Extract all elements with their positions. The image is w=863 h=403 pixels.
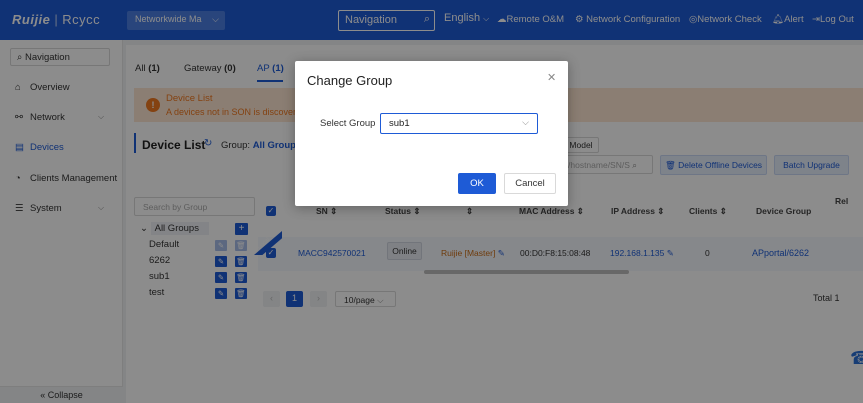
select-group-label: Select Group xyxy=(320,118,376,129)
chevron-down-icon: ⌵ xyxy=(522,117,529,127)
cancel-button[interactable]: Cancel xyxy=(504,173,556,194)
group-select[interactable]: sub1 ⌵ xyxy=(380,113,538,134)
change-group-dialog: Change Group ✕ Select Group sub1 ⌵ OK Can… xyxy=(295,61,568,206)
ok-button[interactable]: OK xyxy=(458,173,496,194)
close-icon[interactable]: ✕ xyxy=(547,71,556,84)
dialog-title: Change Group xyxy=(307,73,393,88)
